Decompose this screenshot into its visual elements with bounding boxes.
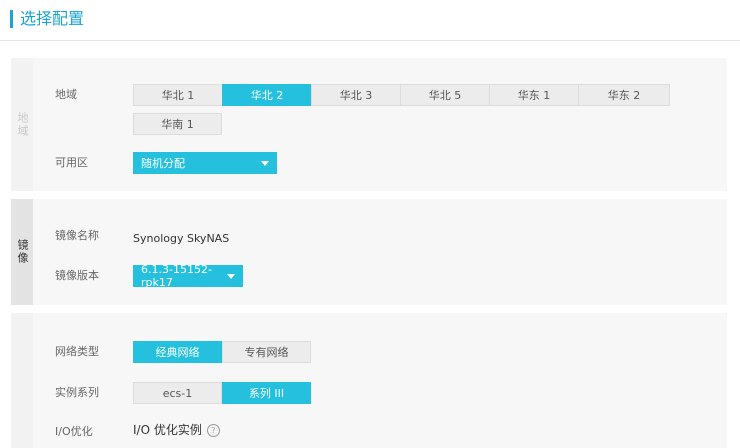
region-option-huabei1[interactable]: 华北 1 (133, 84, 223, 106)
chevron-down-icon (227, 273, 235, 279)
image-name-value: Synology SkyNAS (133, 232, 230, 245)
region-option-huadong1[interactable]: 华东 1 (489, 84, 579, 106)
region-label: 地域 (55, 88, 77, 101)
image-name-label: 镜像名称 (55, 229, 99, 242)
instance-family-series3[interactable]: 系列 III (222, 382, 311, 404)
region-section: 地域 地域 华北 1 华北 2 华北 3 华北 5 华东 1 华东 2 华南 1… (11, 58, 727, 191)
zone-dropdown-value: 随机分配 (141, 157, 185, 170)
network-type-vpc[interactable]: 专有网络 (222, 341, 311, 363)
image-version-dropdown[interactable]: 6.1.3-15152-rpk17 (133, 263, 243, 289)
region-option-huabei2[interactable]: 华北 2 (222, 84, 312, 106)
zone-dropdown[interactable]: 随机分配 (133, 152, 277, 174)
network-type-label: 网络类型 (55, 345, 99, 358)
region-option-huanan1[interactable]: 华南 1 (133, 113, 222, 135)
zone-label: 可用区 (55, 156, 88, 169)
question-circle-icon[interactable]: ? (206, 424, 220, 437)
region-option-huadong2[interactable]: 华东 2 (578, 84, 670, 106)
page-header: 选择配置 (0, 0, 740, 41)
instance-section: 网络类型 经典网络 专有网络 实例系列 ecs-1 系列 III I/O优化 I… (11, 313, 727, 448)
image-section: 镜像 镜像名称 Synology SkyNAS 镜像版本 6.1.3-15152… (11, 199, 727, 305)
page-title: 选择配置 (20, 9, 85, 28)
network-type-classic[interactable]: 经典网络 (133, 341, 222, 363)
chevron-down-icon (261, 160, 269, 166)
region-option-huabei3[interactable]: 华北 3 (311, 84, 401, 106)
instance-family-ecs1[interactable]: ecs-1 (133, 382, 222, 404)
instance-family-label: 实例系列 (55, 386, 99, 399)
region-section-tab[interactable]: 地域 (11, 58, 33, 191)
io-optimization-value: I/O 优化实例? (133, 423, 220, 437)
instance-section-tab[interactable] (11, 313, 33, 448)
image-section-tab[interactable]: 镜像 (11, 199, 33, 305)
title-accent-bar (10, 10, 13, 28)
region-option-huabei5[interactable]: 华北 5 (400, 84, 490, 106)
image-version-value: 6.1.3-15152-rpk17 (141, 263, 212, 289)
image-version-label: 镜像版本 (55, 269, 99, 282)
io-optimization-label: I/O优化 (55, 425, 93, 438)
